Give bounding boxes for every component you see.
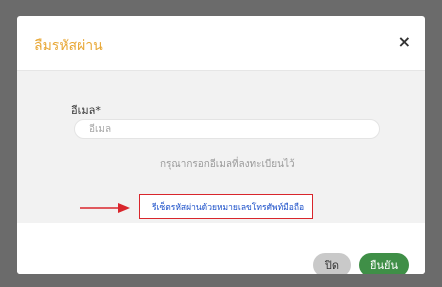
close-button[interactable]: ปิด bbox=[313, 253, 351, 274]
close-icon[interactable]: × bbox=[398, 33, 411, 51]
email-field[interactable] bbox=[74, 119, 380, 139]
sms-reset-highlight: รีเซ็ตรหัสผ่านด้วยหมายเลขโทรศัพท์มือถือ bbox=[139, 194, 313, 219]
modal-title: ลืมรหัสผ่าน bbox=[34, 38, 103, 54]
modal-header: ลืมรหัสผ่าน × bbox=[17, 16, 425, 71]
email-label: อีเมล* bbox=[71, 104, 101, 117]
right-arrow-icon bbox=[80, 203, 130, 213]
confirm-button[interactable]: ยืนยัน bbox=[359, 253, 409, 274]
modal-footer: ปิด ยืนยัน bbox=[17, 223, 425, 274]
reset-via-phone-link[interactable]: รีเซ็ตรหัสผ่านด้วยหมายเลขโทรศัพท์มือถือ bbox=[152, 200, 304, 214]
email-helper-text: กรุณากรอกอีเมลที่ลงทะเบียนไว้ bbox=[160, 159, 295, 170]
forgot-password-modal: ลืมรหัสผ่าน × อีเมล* กรุณากรอกอีเมลที่ลง… bbox=[17, 16, 425, 274]
